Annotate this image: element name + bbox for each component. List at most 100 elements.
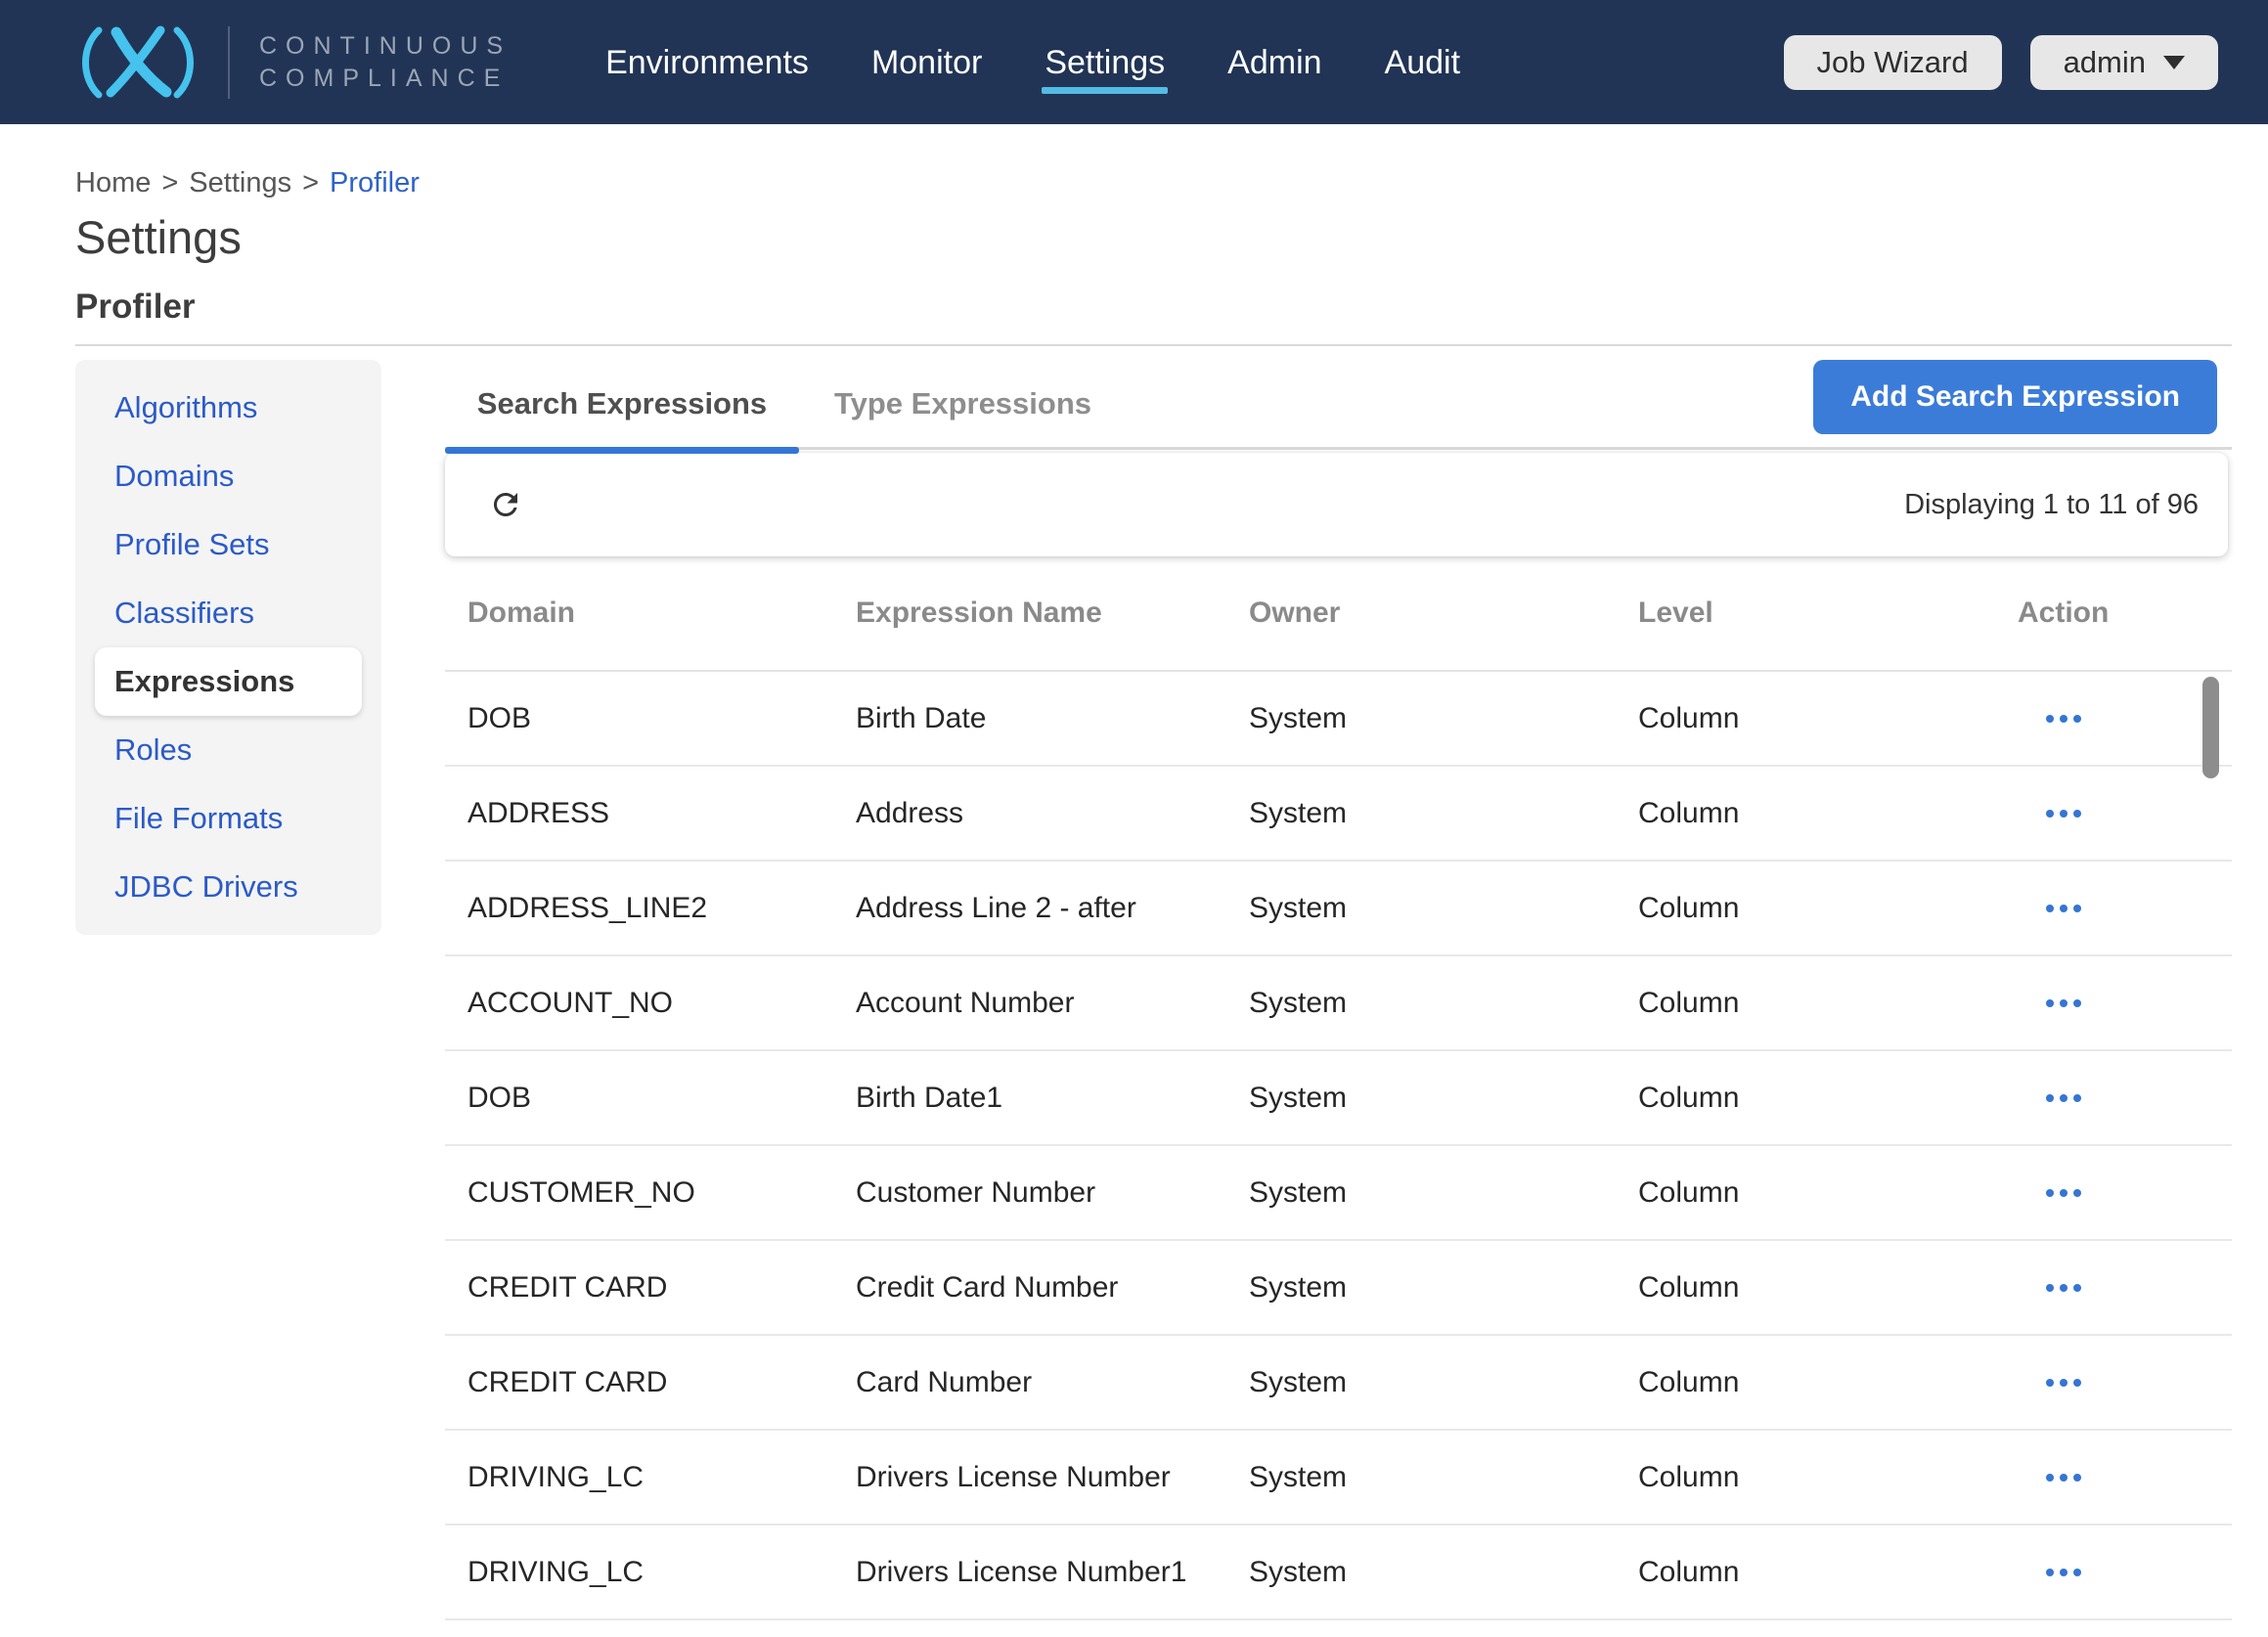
cell-level: Column xyxy=(1638,1461,2018,1494)
breadcrumb-separator: > xyxy=(302,167,319,199)
nav-item-monitor[interactable]: Monitor xyxy=(871,43,982,82)
toolbar-card: Displaying 1 to 11 of 96 xyxy=(445,453,2228,556)
cell-level: Column xyxy=(1638,797,2018,830)
sidebar-item-roles[interactable]: Roles xyxy=(75,716,381,784)
cell-expression-name: Drivers License Number1 xyxy=(856,1556,1249,1589)
user-menu-label: admin xyxy=(2064,45,2146,80)
more-actions-icon xyxy=(2046,810,2054,818)
cell-domain: DRIVING_LC xyxy=(467,1461,856,1494)
cell-owner: System xyxy=(1249,702,1638,735)
nav-item-admin[interactable]: Admin xyxy=(1227,43,1321,82)
cell-domain: DOB xyxy=(467,702,856,735)
breadcrumb: Home > Settings > Profiler xyxy=(75,167,2232,199)
col-header-action: Action xyxy=(2018,597,2232,630)
sidebar-item-profile-sets[interactable]: Profile Sets xyxy=(75,510,381,579)
table-row: CREDIT CARD Credit Card Number System Co… xyxy=(445,1241,2232,1336)
cell-level: Column xyxy=(1638,1176,2018,1210)
job-wizard-label: Job Wizard xyxy=(1817,45,1969,80)
more-actions-icon xyxy=(2046,999,2054,1007)
cell-domain: CUSTOMER_NO xyxy=(467,1176,856,1210)
tab-search-expressions[interactable]: Search Expressions xyxy=(445,360,799,447)
displaying-count: Displaying 1 to 11 of 96 xyxy=(1904,489,2199,521)
sidebar-item-expressions[interactable]: Expressions xyxy=(95,647,362,716)
more-actions-icon xyxy=(2046,1284,2054,1292)
user-menu-button[interactable]: admin xyxy=(2030,35,2218,90)
table-row: CUSTOMER_NO Customer Number System Colum… xyxy=(445,1146,2232,1241)
cell-expression-name: Card Number xyxy=(856,1366,1249,1399)
brand: CONTINUOUS COMPLIANCE xyxy=(73,23,511,102)
cell-expression-name: Address xyxy=(856,797,1249,830)
cell-level: Column xyxy=(1638,1556,2018,1589)
cell-level: Column xyxy=(1638,892,2018,925)
table-row: CREDIT CARD Card Number System Column xyxy=(445,1336,2232,1431)
nav-item-environments[interactable]: Environments xyxy=(605,43,809,82)
sidebar-item-jdbc-drivers[interactable]: JDBC Drivers xyxy=(75,853,381,921)
table-header: Domain Expression Name Owner Level Actio… xyxy=(445,556,2232,672)
cell-owner: System xyxy=(1249,1461,1638,1494)
row-actions-button[interactable] xyxy=(2018,1094,2081,1102)
more-actions-icon xyxy=(2046,1379,2054,1387)
nav-actions: Job Wizard admin xyxy=(1784,35,2218,90)
cell-expression-name: Address Line 2 - after xyxy=(856,892,1249,925)
brand-divider xyxy=(228,26,230,99)
breadcrumb-home-link[interactable]: Home xyxy=(75,167,151,199)
cell-owner: System xyxy=(1249,1176,1638,1210)
row-actions-button[interactable] xyxy=(2018,1569,2081,1576)
table-scrollbar-thumb[interactable] xyxy=(2202,677,2219,778)
col-header-domain: Domain xyxy=(467,597,856,630)
more-actions-icon xyxy=(2046,1474,2054,1482)
cell-domain: CREDIT CARD xyxy=(467,1366,856,1399)
main-panel: Search Expressions Type Expressions Add … xyxy=(445,360,2232,1620)
brand-name: CONTINUOUS COMPLIANCE xyxy=(259,30,511,95)
cell-expression-name: Credit Card Number xyxy=(856,1271,1249,1305)
cell-level: Column xyxy=(1638,702,2018,735)
more-actions-icon xyxy=(2046,905,2054,912)
job-wizard-button[interactable]: Job Wizard xyxy=(1784,35,2002,90)
add-search-expression-button[interactable]: Add Search Expression xyxy=(1813,360,2217,434)
nav-item-audit[interactable]: Audit xyxy=(1385,43,1461,82)
row-actions-button[interactable] xyxy=(2018,1284,2081,1292)
cell-expression-name: Account Number xyxy=(856,987,1249,1020)
caret-down-icon xyxy=(2163,56,2185,69)
sidebar-item-file-formats[interactable]: File Formats xyxy=(75,784,381,853)
brand-name-line2: COMPLIANCE xyxy=(259,63,511,95)
table-row: DOB Birth Date System Column xyxy=(445,672,2232,767)
cell-expression-name: Customer Number xyxy=(856,1176,1249,1210)
cell-domain: CREDIT CARD xyxy=(467,1271,856,1305)
cell-level: Column xyxy=(1638,987,2018,1020)
row-actions-button[interactable] xyxy=(2018,715,2081,723)
row-actions-button[interactable] xyxy=(2018,810,2081,818)
sidebar-item-algorithms[interactable]: Algorithms xyxy=(75,374,381,442)
top-navbar: CONTINUOUS COMPLIANCE Environments Monit… xyxy=(0,0,2268,124)
cell-domain: ACCOUNT_NO xyxy=(467,987,856,1020)
row-actions-button[interactable] xyxy=(2018,999,2081,1007)
page-title: Settings xyxy=(75,211,2232,264)
breadcrumb-settings-link[interactable]: Settings xyxy=(189,167,291,199)
row-actions-button[interactable] xyxy=(2018,1189,2081,1197)
sidebar-item-classifiers[interactable]: Classifiers xyxy=(75,579,381,647)
row-actions-button[interactable] xyxy=(2018,1474,2081,1482)
more-actions-icon xyxy=(2046,1094,2054,1102)
refresh-button[interactable] xyxy=(488,487,523,522)
nav-item-settings[interactable]: Settings xyxy=(1045,43,1165,82)
row-actions-button[interactable] xyxy=(2018,1379,2081,1387)
table-row: ACCOUNT_NO Account Number System Column xyxy=(445,956,2232,1051)
refresh-icon xyxy=(488,487,523,522)
tab-type-expressions[interactable]: Type Expressions xyxy=(799,360,1127,447)
cell-owner: System xyxy=(1249,1556,1638,1589)
table-row: DRIVING_LC Drivers License Number1 Syste… xyxy=(445,1526,2232,1620)
cell-owner: System xyxy=(1249,1082,1638,1115)
page-content: Home > Settings > Profiler Settings Prof… xyxy=(0,167,2268,1620)
table-body: DOB Birth Date System Column ADDRESS Add… xyxy=(445,672,2232,1620)
breadcrumb-separator: > xyxy=(161,167,178,199)
breadcrumb-current[interactable]: Profiler xyxy=(330,167,420,199)
row-actions-button[interactable] xyxy=(2018,905,2081,912)
cell-level: Column xyxy=(1638,1082,2018,1115)
cell-owner: System xyxy=(1249,987,1638,1020)
profiler-layout: Algorithms Domains Profile Sets Classifi… xyxy=(75,360,2232,1620)
table-row: DOB Birth Date1 System Column xyxy=(445,1051,2232,1146)
sidebar-item-domains[interactable]: Domains xyxy=(75,442,381,510)
more-actions-icon xyxy=(2046,715,2054,723)
cell-domain: ADDRESS_LINE2 xyxy=(467,892,856,925)
cell-level: Column xyxy=(1638,1271,2018,1305)
